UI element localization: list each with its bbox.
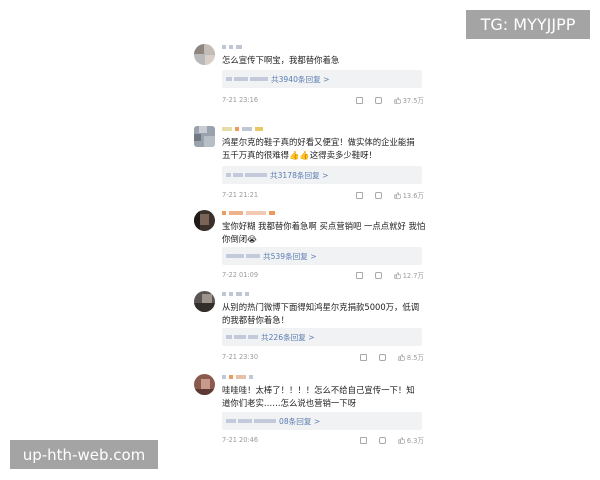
reply-avatars-blurred xyxy=(226,173,267,177)
like-button[interactable]: 13.6万 xyxy=(394,190,424,200)
comment-meta: 7-21 23:16 37.5万 xyxy=(222,95,424,105)
avatar[interactable] xyxy=(194,44,215,65)
comment-text: 哇哇哇！太棒了！！！！怎么不给自己宣传一下！知道你们老实……怎么说也营销一下呀 xyxy=(222,385,415,408)
replies-link[interactable]: 共539条回复 > xyxy=(222,247,422,265)
like-icon xyxy=(398,436,405,444)
replies-link[interactable]: 共3178条回复 > xyxy=(222,166,422,184)
avatar[interactable] xyxy=(194,291,215,312)
username-blurred[interactable] xyxy=(222,126,263,131)
comment-feed: 怎么宣传下啊宝，我都替你着急 共3940条回复 > 7-21 23:16 37.… xyxy=(192,42,426,454)
like-count: 6.3万 xyxy=(406,437,424,445)
username-blurred[interactable] xyxy=(222,44,242,49)
like-count: 12.7万 xyxy=(402,272,424,280)
comment-item: 从别的热门微博下面得知鸿星尔克捐款5000万，低调的我都替你着急！ 共226条回… xyxy=(192,289,424,372)
avatar[interactable] xyxy=(194,374,215,395)
replies-link[interactable]: 08条回复 > xyxy=(222,412,422,430)
comment-text: 宝你好糊 我都替你着急啊 买点营销吧 一点点就好 我怕你倒闭😭 xyxy=(222,221,426,244)
like-icon xyxy=(394,96,401,104)
replies-count: 共226条回复 > xyxy=(261,332,315,342)
avatar[interactable] xyxy=(194,210,215,231)
reply-icon[interactable] xyxy=(378,353,386,361)
username-blurred[interactable] xyxy=(222,291,249,296)
share-icon[interactable] xyxy=(359,436,367,444)
like-button[interactable]: 6.3万 xyxy=(398,435,424,445)
comment-item: 鸿星尔克的鞋子真的好看又便宜！做实体的企业能捐五千万真的很难得👍👍这得卖多少鞋呀… xyxy=(192,124,424,208)
comment-time: 7-22 01:09 xyxy=(222,271,259,279)
reply-avatars-blurred xyxy=(226,419,276,423)
like-button[interactable]: 37.5万 xyxy=(394,95,424,105)
like-icon xyxy=(398,353,405,361)
reply-avatars-blurred xyxy=(226,77,268,81)
comment-meta: 7-21 21:21 13.6万 xyxy=(222,190,424,200)
like-icon xyxy=(394,271,401,279)
share-icon[interactable] xyxy=(355,271,363,279)
like-count: 13.6万 xyxy=(402,192,424,200)
share-icon[interactable] xyxy=(355,191,363,199)
comment-item: 宝你好糊 我都替你着急啊 买点营销吧 一点点就好 我怕你倒闭😭 共539条回复 … xyxy=(192,208,426,289)
replies-count: 共3178条回复 > xyxy=(270,170,329,180)
site-watermark: up-hth-web.com xyxy=(10,440,158,469)
comment-meta: 7-22 01:09 12.7万 xyxy=(222,270,424,280)
reply-avatars-blurred xyxy=(226,335,258,339)
comment-text: 怎么宣传下啊宝，我都替你着急 xyxy=(222,55,340,65)
replies-link[interactable]: 共3940条回复 > xyxy=(222,70,422,88)
replies-link[interactable]: 共226条回复 > xyxy=(222,328,422,346)
comment-time: 7-21 23:30 xyxy=(222,353,259,361)
like-count: 8.5万 xyxy=(406,354,424,362)
comment-time: 7-21 23:16 xyxy=(222,96,259,104)
username-blurred[interactable] xyxy=(222,374,253,379)
reply-icon[interactable] xyxy=(378,436,386,444)
comment-text: 鸿星尔克的鞋子真的好看又便宜！做实体的企业能捐五千万真的很难得👍👍这得卖多少鞋呀… xyxy=(222,137,415,160)
share-icon[interactable] xyxy=(355,96,363,104)
comment-time: 7-21 21:21 xyxy=(222,191,259,199)
like-button[interactable]: 12.7万 xyxy=(394,270,424,280)
share-icon[interactable] xyxy=(359,353,367,361)
comment-meta: 7-21 23:30 8.5万 xyxy=(222,352,424,362)
comment-text: 从别的热门微博下面得知鸿星尔克捐款5000万，低调的我都替你着急！ xyxy=(222,302,420,325)
reply-icon[interactable] xyxy=(374,271,382,279)
telegram-watermark: TG: MYYJJPP xyxy=(466,10,590,39)
like-count: 37.5万 xyxy=(402,97,424,105)
reply-icon[interactable] xyxy=(374,191,382,199)
like-button[interactable]: 8.5万 xyxy=(398,352,424,362)
replies-count: 共539条回复 > xyxy=(263,251,317,261)
reply-icon[interactable] xyxy=(374,96,382,104)
reply-avatars-blurred xyxy=(226,254,260,258)
like-icon xyxy=(394,191,401,199)
comment-item: 哇哇哇！太棒了！！！！怎么不给自己宣传一下！知道你们老实……怎么说也营销一下呀 … xyxy=(192,372,424,454)
replies-count: 共3940条回复 > xyxy=(271,74,330,84)
comment-time: 7-21 20:46 xyxy=(222,436,259,444)
comment-meta: 7-21 20:46 6.3万 xyxy=(222,435,424,445)
comment-item: 怎么宣传下啊宝，我都替你着急 共3940条回复 > 7-21 23:16 37.… xyxy=(192,42,424,124)
replies-count: 08条回复 > xyxy=(279,416,321,426)
username-blurred[interactable] xyxy=(222,210,275,215)
avatar[interactable] xyxy=(194,126,215,147)
